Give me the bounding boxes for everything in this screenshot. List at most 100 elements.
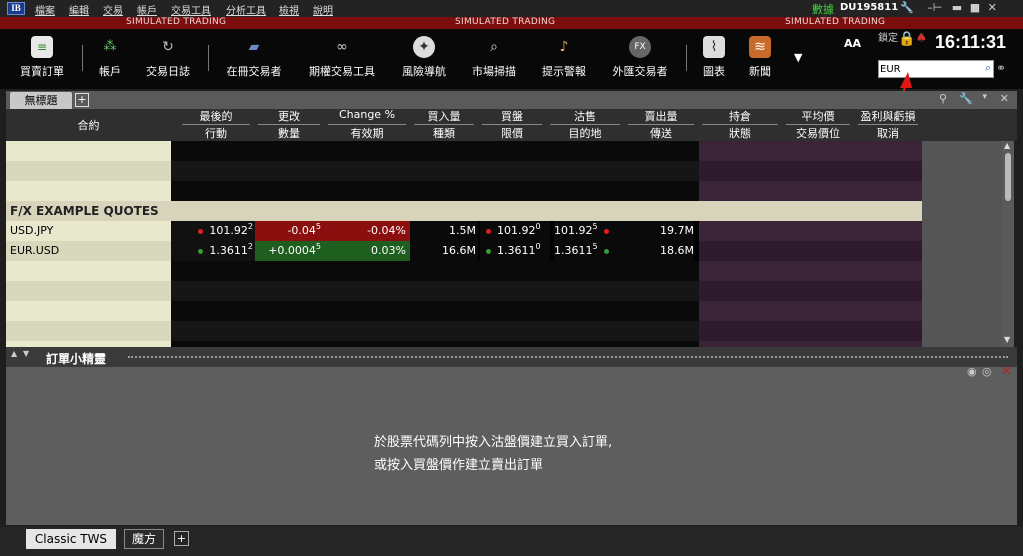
- menu-trading-tools[interactable]: 交易工具: [171, 2, 211, 17]
- last-price-cell[interactable]: 1.36112: [171, 241, 253, 261]
- window-close-icon[interactable]: ✕: [988, 1, 997, 14]
- trade-log-button[interactable]: ↻ 交易日誌: [138, 29, 198, 89]
- symbol-cell[interactable]: USD.JPY: [6, 221, 171, 241]
- symbol-cell[interactable]: EUR.USD: [6, 241, 171, 261]
- book-trader-button[interactable]: ▰ 在冊交易者: [220, 29, 288, 89]
- quote-row[interactable]: EUR.USD 1.36112 +0.00045 0.03% 16.6M 1.36110 1…: [6, 241, 1002, 261]
- scroll-down-icon[interactable]: ▼: [1004, 335, 1010, 344]
- risk-navigator-button[interactable]: ✦ 風險導航: [396, 29, 452, 89]
- bid-cell[interactable]: 101.920: [480, 221, 550, 241]
- menu-help[interactable]: 說明: [313, 2, 333, 17]
- bid-size-cell[interactable]: 16.6M: [410, 241, 478, 261]
- column-header-top[interactable]: 合約: [6, 117, 171, 133]
- column-header-top[interactable]: 買盤: [480, 108, 544, 124]
- search-icon[interactable]: ⌕: [985, 61, 991, 75]
- alerts-button[interactable]: ♪ 提示警報: [536, 29, 592, 89]
- toolbar-more-chevron-icon[interactable]: ▼: [794, 51, 802, 64]
- column-header-top[interactable]: 平均價: [784, 108, 852, 124]
- news-button[interactable]: ≋ 新聞: [742, 29, 778, 89]
- ask-size-cell[interactable]: 18.6M: [628, 241, 694, 261]
- add-tab-button[interactable]: +: [75, 93, 89, 107]
- last-price: 1.3611: [209, 244, 248, 257]
- collapse-up-icon[interactable]: ▲: [11, 349, 17, 358]
- column-header-bottom[interactable]: 狀態: [700, 125, 780, 141]
- link-chain-icon[interactable]: ⚭: [996, 61, 1006, 75]
- fx-trader-button[interactable]: FX 外匯交易者: [606, 29, 674, 89]
- column-header-top[interactable]: 賣出量: [626, 108, 696, 124]
- table-row[interactable]: [6, 161, 1002, 181]
- window-maximize-icon[interactable]: ■: [970, 1, 980, 14]
- column-header-bottom[interactable]: 限價: [480, 125, 544, 141]
- column-header-bottom[interactable]: 有效期: [326, 125, 408, 141]
- wrench-icon[interactable]: 🔧: [959, 92, 973, 105]
- help-icon[interactable]: ◎: [982, 365, 992, 378]
- scroll-up-icon[interactable]: ▲: [1004, 141, 1010, 150]
- menu-edit[interactable]: 編輯: [69, 2, 89, 17]
- close-icon[interactable]: ✕: [1000, 92, 1009, 105]
- column-header-top[interactable]: 盈利與虧損: [856, 108, 920, 124]
- change-pct-cell[interactable]: -0.04%: [325, 221, 410, 241]
- tab-untitled[interactable]: 無標題: [10, 92, 72, 109]
- option-trader-button[interactable]: ∞ 期權交易工具: [302, 29, 382, 89]
- table-row[interactable]: [6, 321, 1002, 341]
- wrench-icon[interactable]: 🔧: [900, 1, 914, 14]
- tab-classic-tws[interactable]: Classic TWS: [26, 529, 116, 549]
- last-price-cell[interactable]: 101.922: [171, 221, 253, 241]
- column-header-bottom[interactable]: 目的地: [548, 125, 622, 141]
- table-row[interactable]: [6, 181, 1002, 201]
- ask-pip: 5: [592, 242, 598, 251]
- ask-cell[interactable]: 1.36115: [554, 241, 628, 261]
- toolbar-label: 帳戶: [99, 65, 121, 78]
- menu-account[interactable]: 帳戶: [137, 2, 157, 17]
- close-icon[interactable]: ✕: [1001, 364, 1012, 379]
- last-price-pip: 2: [247, 242, 253, 251]
- table-row[interactable]: [6, 301, 1002, 321]
- menu-file[interactable]: 檔案: [35, 2, 55, 17]
- column-header-top[interactable]: 買入量: [412, 108, 476, 124]
- order-ticket-button[interactable]: ≡ 買賣訂單: [12, 29, 72, 89]
- font-size-toggle[interactable]: AA: [844, 37, 861, 50]
- column-header-top[interactable]: 最後的: [180, 108, 252, 124]
- change-pct-cell[interactable]: 0.03%: [325, 241, 410, 261]
- ask-size-cell[interactable]: 19.7M: [628, 221, 694, 241]
- minimize-icon[interactable]: –⊢: [927, 1, 942, 14]
- tab-mosaic[interactable]: 魔方: [124, 529, 164, 549]
- menu-trade[interactable]: 交易: [103, 2, 123, 17]
- bid-cell[interactable]: 1.36110: [480, 241, 550, 261]
- menu-view[interactable]: 檢視: [279, 2, 299, 17]
- table-row[interactable]: [6, 141, 1002, 161]
- sim-label: SIMULATED TRADING: [455, 17, 556, 27]
- lock-control[interactable]: 鎖定🔒♠: [878, 32, 927, 46]
- market-scanner-button[interactable]: ⌕ 市場掃描: [466, 29, 522, 89]
- column-header-bottom[interactable]: 傳送: [626, 125, 696, 141]
- filter-icon[interactable]: ⚲: [939, 92, 947, 105]
- column-header-bottom[interactable]: 交易價位: [784, 125, 852, 141]
- menu-analytical-tools[interactable]: 分析工具: [226, 2, 266, 17]
- account-button[interactable]: ⁂ 帳戶: [88, 29, 132, 89]
- speaker-icon[interactable]: ◉: [967, 365, 977, 378]
- column-header-bottom[interactable]: 種類: [412, 125, 476, 141]
- chevron-down-icon[interactable]: ▾: [982, 92, 987, 102]
- selected-empty-row[interactable]: [6, 261, 1002, 281]
- panel-drag-handle[interactable]: [128, 356, 1008, 358]
- change-cell[interactable]: +0.00045: [255, 241, 325, 261]
- column-header-top[interactable]: 更改: [256, 108, 322, 124]
- add-layout-tab-button[interactable]: +: [174, 531, 189, 546]
- data-status[interactable]: 數據: [812, 1, 834, 17]
- column-header-top[interactable]: Change %: [326, 108, 408, 121]
- column-header-top[interactable]: 沽售: [548, 108, 622, 124]
- chart-button[interactable]: ⌇ 圖表: [696, 29, 732, 89]
- column-header-bottom[interactable]: 數量: [256, 125, 322, 141]
- table-row[interactable]: [6, 281, 1002, 301]
- column-header-top[interactable]: 持倉: [700, 108, 780, 124]
- collapse-down-icon[interactable]: ▼: [23, 349, 29, 358]
- bid-size-cell[interactable]: 1.5M: [410, 221, 478, 241]
- change-cell[interactable]: -0.045: [255, 221, 325, 241]
- vertical-scrollbar[interactable]: ▲ ▼: [1002, 141, 1014, 347]
- column-header-bottom[interactable]: 取消: [856, 125, 920, 141]
- ask-cell[interactable]: 101.925: [554, 221, 628, 241]
- column-header-bottom[interactable]: 行動: [180, 125, 252, 141]
- window-minimize-icon[interactable]: ▬: [952, 1, 962, 14]
- scroll-thumb[interactable]: [1005, 153, 1011, 201]
- quote-row[interactable]: USD.JPY 101.922 -0.045 -0.04% 1.5M 101.920 101…: [6, 221, 1002, 241]
